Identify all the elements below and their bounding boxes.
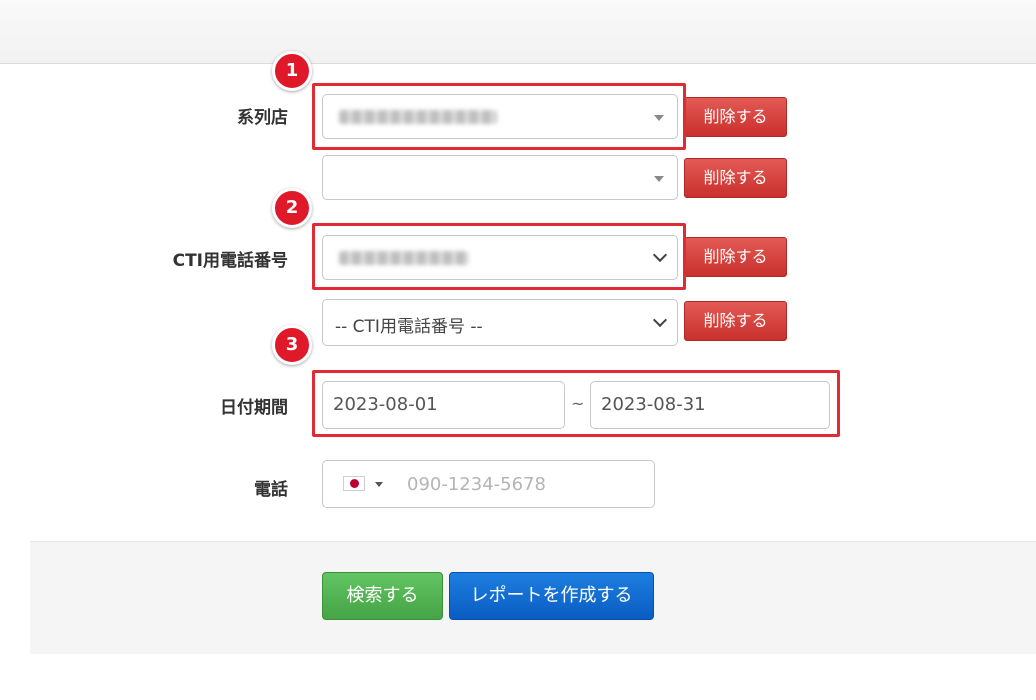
caret-down-icon[interactable] (375, 482, 383, 487)
phone-label: 電話 (254, 480, 288, 500)
cti-select-placeholder: -- CTI用電話番号 -- (335, 317, 483, 337)
chevron-down-icon (652, 312, 668, 328)
search-button[interactable]: 検索する (322, 572, 443, 620)
highlight-box-1 (312, 83, 686, 150)
cti-label: CTI用電話番号 (172, 251, 288, 271)
delete-cti-2-button[interactable]: 削除する (684, 301, 787, 341)
delete-store-1-button[interactable]: 削除する (684, 97, 787, 137)
caret-down-icon (654, 176, 664, 182)
japan-flag-icon[interactable] (343, 476, 365, 491)
store-select-2[interactable] (322, 155, 678, 200)
delete-store-2-button[interactable]: 削除する (684, 158, 787, 198)
phone-placeholder: 090-1234-5678 (407, 474, 546, 495)
highlight-box-3 (312, 370, 840, 437)
phone-input[interactable]: 090-1234-5678 (322, 460, 655, 508)
store-label: 系列店 (237, 108, 288, 128)
callout-badge-1: 1 (272, 51, 312, 91)
callout-badge-2: 2 (272, 188, 312, 228)
top-bar (0, 0, 1036, 64)
cti-select-2[interactable]: -- CTI用電話番号 -- (322, 299, 678, 346)
callout-badge-3: 3 (272, 325, 312, 365)
delete-cti-1-button[interactable]: 削除する (684, 237, 787, 277)
create-report-button[interactable]: レポートを作成する (449, 572, 654, 620)
date-label: 日付期間 (220, 398, 288, 418)
highlight-box-2 (312, 223, 686, 290)
